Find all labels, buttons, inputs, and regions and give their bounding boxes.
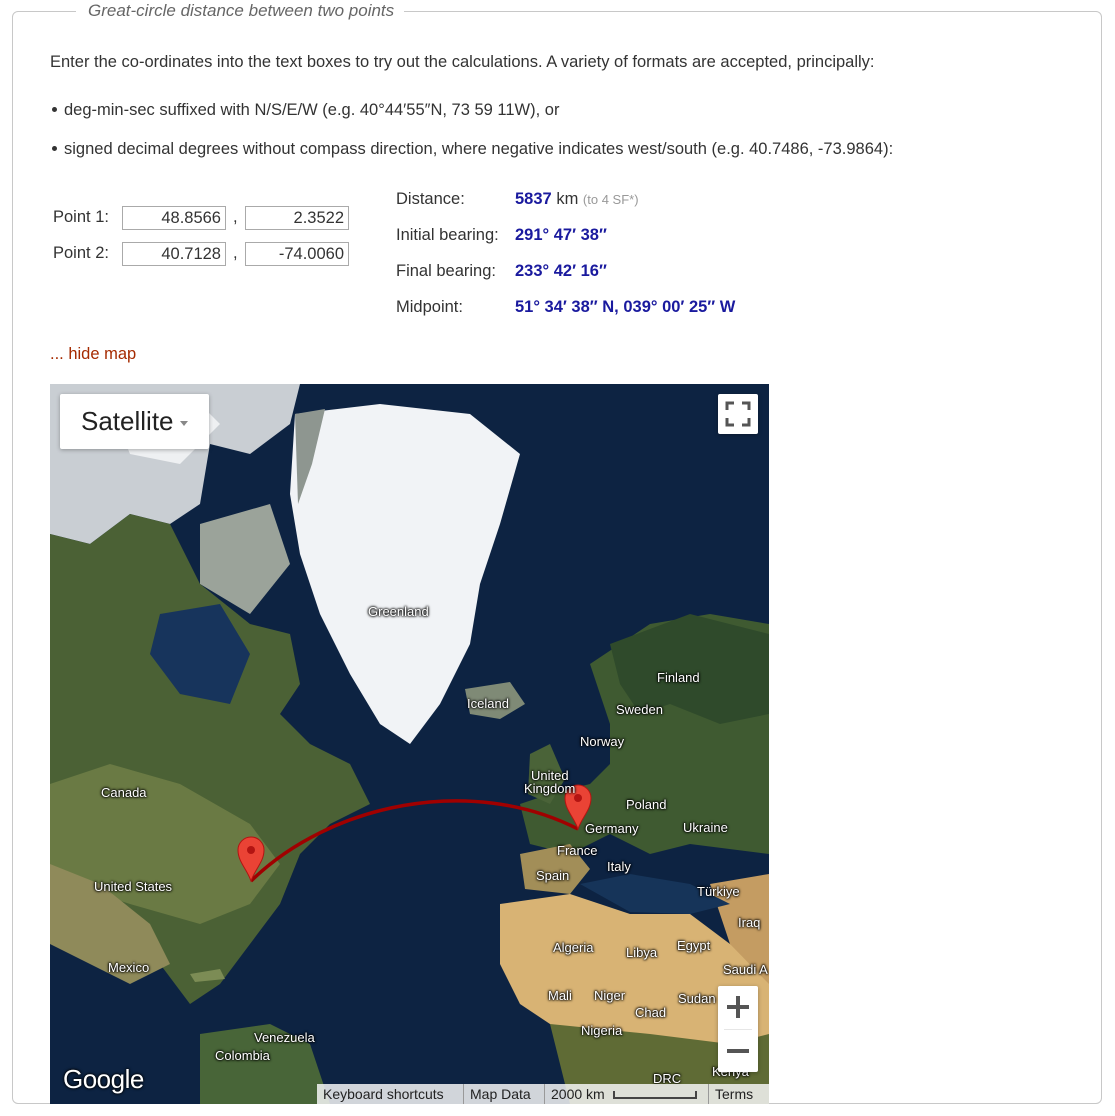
map-label-nigeria: Nigeria — [581, 1023, 623, 1038]
map-label-venezuela: Venezuela — [254, 1030, 315, 1045]
map-label-ukraine: Ukraine — [683, 820, 728, 835]
bullet-text: signed decimal degrees without compass d… — [64, 140, 894, 158]
final-bearing-label: Final bearing: — [396, 262, 496, 280]
keyboard-shortcuts-link[interactable]: Keyboard shortcuts — [317, 1084, 463, 1104]
point1-lon-input[interactable] — [245, 206, 349, 230]
point2-lat-input[interactable] — [122, 242, 226, 266]
map-type-dropdown[interactable]: Satellite — [60, 394, 209, 449]
map-label-canada: Canada — [101, 785, 147, 800]
fullscreen-icon — [725, 401, 751, 427]
intro-text: Enter the co-ordinates into the text box… — [50, 53, 875, 71]
google-logo: Google — [63, 1064, 144, 1094]
caret-down-icon — [179, 420, 188, 426]
minus-icon — [727, 1049, 749, 1053]
point1-label: Point 1: — [53, 208, 109, 226]
scale-label: 2000 km — [551, 1086, 605, 1102]
initial-bearing-value: 291° 47′ 38″ — [515, 226, 607, 244]
map-label-norway: Norway — [580, 734, 625, 749]
fieldset-legend: Great-circle distance between two points — [76, 0, 405, 22]
map-label-sudan: Sudan — [678, 991, 716, 1006]
final-bearing-value: 233° 42′ 16″ — [515, 262, 607, 280]
map-label-egypt: Egypt — [677, 938, 711, 953]
distance-precision-note: (to 4 SF*) — [582, 192, 639, 207]
format-bullet-dms: deg-min-sec suffixed with N/S/E/W (e.g. … — [50, 101, 559, 120]
point1-lat-input[interactable] — [122, 206, 226, 230]
map-type-label: Satellite — [81, 406, 174, 436]
map-label-turkiye: Türkiye — [697, 884, 740, 899]
point2-lon-input[interactable] — [245, 242, 349, 266]
point1-comma: , — [233, 208, 238, 226]
distance-unit: km — [556, 190, 579, 208]
map-label-chad: Chad — [635, 1005, 667, 1020]
map-label-united-states: United States — [94, 879, 173, 894]
map-label-mali: Mali — [548, 988, 572, 1003]
bullet-icon — [52, 145, 57, 151]
map-label-libya: Libya — [626, 945, 658, 960]
map-label-iraq: Iraq — [738, 915, 761, 930]
map-label-niger: Niger — [594, 988, 626, 1003]
map-label-algeria: Algeria — [553, 940, 594, 955]
map-data-link[interactable]: Map Data — [463, 1084, 544, 1104]
distance-label: Distance: — [396, 190, 465, 208]
point2-comma: , — [233, 244, 238, 262]
bullet-icon — [52, 106, 57, 112]
map-label-sweden: Sweden — [616, 702, 663, 717]
zoom-in-button[interactable] — [718, 986, 758, 1029]
midpoint-value: 51° 34′ 38″ N, 039° 00′ 25″ W — [515, 298, 736, 316]
map-label-italy: Italy — [607, 859, 631, 874]
map-label-poland: Poland — [626, 797, 667, 812]
map-label-mexico: Mexico — [108, 960, 150, 975]
zoom-out-button[interactable] — [718, 1029, 758, 1072]
zoom-control — [718, 986, 758, 1072]
map-label-spain: Spain — [536, 868, 570, 883]
scale-bar-icon — [612, 1091, 697, 1100]
distance-result: 5837 km (to 4 SF*) — [515, 190, 639, 209]
map-label-france: France — [557, 843, 598, 858]
map-view[interactable]: Greenland Iceland Finland Sweden Norway … — [50, 384, 769, 1104]
map-label-finland: Finland — [657, 670, 700, 685]
scale-bar[interactable]: 2000 km — [544, 1084, 708, 1104]
hide-map-link[interactable]: ... hide map — [50, 345, 136, 364]
map-label-germany: Germany — [585, 821, 639, 836]
map-label-colombia: Colombia — [215, 1048, 270, 1063]
fullscreen-button[interactable] — [718, 394, 758, 434]
map-imagery — [50, 384, 769, 1104]
midpoint-label: Midpoint: — [396, 298, 463, 316]
point2-label: Point 2: — [53, 244, 109, 262]
map-label-united-kingdom-2: Kingdom — [524, 781, 576, 796]
terms-link[interactable]: Terms — [708, 1084, 769, 1104]
plus-icon — [727, 996, 749, 1018]
map-label-saudi: Saudi A — [723, 962, 768, 977]
bullet-text: deg-min-sec suffixed with N/S/E/W (e.g. … — [64, 101, 560, 119]
map-label-iceland: Iceland — [467, 696, 509, 711]
format-bullet-decimal: signed decimal degrees without compass d… — [50, 140, 893, 159]
map-label-greenland: Greenland — [368, 604, 429, 619]
distance-value: 5837 — [515, 190, 552, 208]
initial-bearing-label: Initial bearing: — [396, 226, 499, 244]
